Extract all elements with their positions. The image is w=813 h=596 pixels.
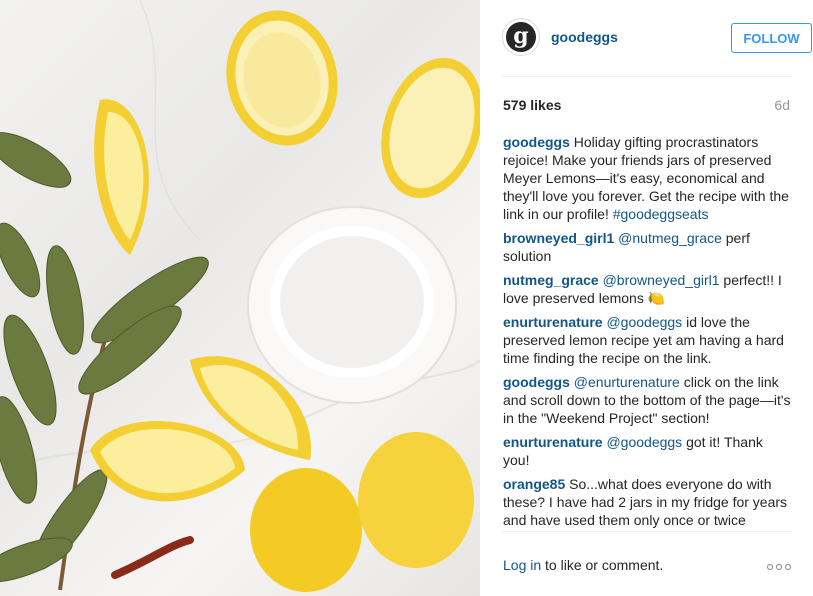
comment-username[interactable]: browneyed_girl1 — [503, 230, 614, 246]
comment-item: goodeggs Holiday gifting procrastinators… — [503, 133, 793, 223]
login-link[interactable]: Log in — [503, 557, 541, 573]
likes-count[interactable]: 579 likes — [503, 97, 561, 113]
comment-item: enurturenature @goodeggs id love the pre… — [503, 313, 793, 367]
avatar-letter: g — [506, 22, 536, 52]
lemon-half-right — [381, 57, 480, 199]
whole-lemon-1 — [250, 468, 362, 592]
comment-mention[interactable]: @nutmeg_grace — [618, 230, 722, 246]
comment-item: goodeggs @enurturenature click on the li… — [503, 373, 793, 427]
comment-mention[interactable]: @enurturenature — [574, 374, 680, 390]
ellipsis-icon[interactable] — [767, 563, 791, 571]
username-link[interactable]: goodeggs — [551, 29, 618, 45]
comment-username[interactable]: nutmeg_grace — [503, 272, 599, 288]
comment-username[interactable]: orange85 — [503, 476, 565, 492]
login-prompt: Log in to like or comment. — [503, 557, 663, 573]
comment-username[interactable]: enurturenature — [503, 314, 603, 330]
login-rest: to like or comment. — [541, 557, 664, 573]
post-image[interactable] — [0, 0, 480, 596]
header-divider — [502, 76, 792, 77]
whole-lemon-2 — [358, 432, 474, 568]
comment-item: orange85 So...what does everyone do with… — [503, 475, 793, 529]
footer-divider — [502, 531, 792, 532]
comment-item: nutmeg_grace @browneyed_girl1 perfect!! … — [503, 271, 793, 307]
dried-chili — [111, 536, 194, 579]
comment-item: enurturenature @goodeggs got it! Thank y… — [503, 433, 793, 469]
comment-mention[interactable]: @goodeggs — [606, 434, 682, 450]
comments-list[interactable]: goodeggs Holiday gifting procrastinators… — [503, 133, 793, 530]
comment-username[interactable]: goodeggs — [503, 374, 570, 390]
lemons-illustration — [0, 0, 480, 592]
comment-item: browneyed_girl1 @nutmeg_grace perf solut… — [503, 229, 793, 265]
post-age[interactable]: 6d — [774, 97, 790, 113]
avatar[interactable]: g — [502, 18, 540, 56]
lemon-wedge-bottom — [90, 421, 245, 502]
comment-username[interactable]: goodeggs — [503, 134, 570, 150]
post-sidebar: g goodeggs FOLLOW 579 likes 6d goodeggs … — [480, 0, 813, 596]
lemon-half-top — [226, 10, 338, 146]
post-header: g goodeggs FOLLOW — [502, 16, 812, 60]
comment-mention[interactable]: #goodeggseats — [613, 206, 709, 222]
comment-mention[interactable]: @goodeggs — [606, 314, 682, 330]
lemon-wedge-left — [94, 99, 149, 255]
follow-button[interactable]: FOLLOW — [731, 23, 812, 53]
comment-mention[interactable]: @browneyed_girl1 — [603, 272, 720, 288]
comment-username[interactable]: enurturenature — [503, 434, 603, 450]
salt-bowl — [247, 206, 457, 404]
